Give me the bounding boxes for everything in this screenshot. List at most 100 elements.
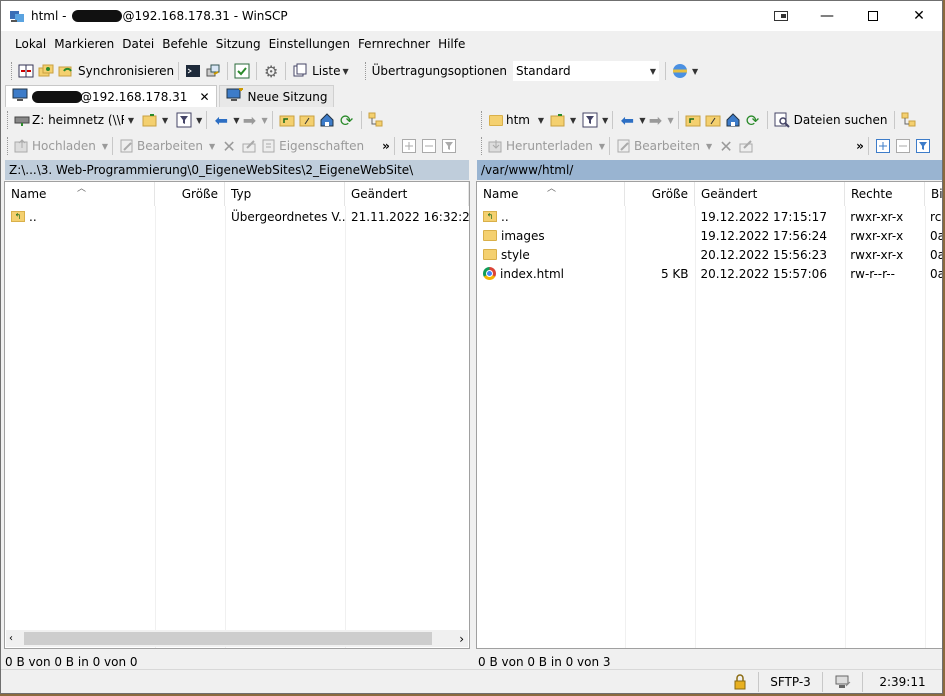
right-path-bar[interactable]: /var/www/html/	[477, 160, 942, 180]
left-select-filter-icon[interactable]	[439, 136, 459, 156]
left-properties-icon[interactable]	[259, 136, 279, 156]
table-row[interactable]: ↰.. Übergeordnetes V... 21.11.2022 16:32…	[5, 207, 469, 226]
maximize-button[interactable]	[850, 1, 896, 31]
right-filter-icon[interactable]	[580, 110, 600, 130]
scroll-left-icon[interactable]: ‹	[9, 633, 13, 644]
left-parent-dir-icon[interactable]	[277, 110, 297, 130]
table-row[interactable]: ↰.. 19.12.2022 17:15:17 rwxr-xr-x rc	[477, 207, 942, 226]
right-toolbar-overflow-icon[interactable]: »	[856, 139, 864, 153]
find-files-button[interactable]: Dateien suchen	[794, 113, 888, 127]
left-rename-icon[interactable]	[239, 136, 259, 156]
right-edit-icon[interactable]	[614, 136, 634, 156]
download-icon[interactable]	[486, 136, 506, 156]
left-filter-arrow-icon[interactable]: ▼	[196, 116, 202, 125]
right-refresh-icon[interactable]: ⟳	[743, 110, 763, 130]
left-root-dir-icon[interactable]	[297, 110, 317, 130]
transfer-settings-icon[interactable]	[670, 61, 690, 81]
menu-befehle[interactable]: Befehle	[158, 37, 212, 51]
right-col-size[interactable]: Größe	[625, 182, 695, 206]
minimize-button[interactable]: —	[804, 1, 850, 31]
right-col-modified[interactable]: Geändert	[695, 182, 845, 206]
left-back-icon[interactable]: ⬅	[211, 110, 231, 130]
menu-fernrechner[interactable]: Fernrechner	[354, 37, 434, 51]
right-select-filter-icon[interactable]	[913, 136, 933, 156]
view-dropdown-arrow-icon[interactable]: ▼	[342, 67, 348, 76]
left-delete-icon[interactable]: ✕	[219, 136, 239, 156]
right-collapse-icon[interactable]	[893, 136, 913, 156]
right-forward-arrow-icon[interactable]: ▼	[667, 116, 673, 125]
upload-button[interactable]: Hochladen	[32, 139, 96, 153]
download-arrow-icon[interactable]: ▼	[599, 142, 605, 151]
table-row[interactable]: style 20.12.2022 15:56:23 rwxr-xr-x 0a	[477, 245, 942, 264]
scroll-right-icon[interactable]: ›	[459, 632, 464, 646]
left-forward-icon[interactable]: ➡	[239, 110, 259, 130]
right-expand-icon[interactable]	[873, 136, 893, 156]
right-col-owner[interactable]: Bi	[925, 182, 942, 206]
find-files-icon[interactable]	[772, 110, 792, 130]
left-open-folder-arrow-icon[interactable]: ▼	[162, 116, 168, 125]
left-open-folder-icon[interactable]	[140, 110, 160, 130]
synchronize-button[interactable]: Synchronisieren	[78, 64, 174, 78]
left-edit-icon[interactable]	[117, 136, 137, 156]
left-scroll-thumb[interactable]	[24, 632, 432, 645]
table-row[interactable]: images 19.12.2022 17:56:24 rwxr-xr-x 0a	[477, 226, 942, 245]
tray-button[interactable]	[758, 1, 804, 31]
preferences-gear-icon[interactable]: ⚙	[261, 61, 281, 81]
close-tab-icon[interactable]: ✕	[199, 90, 209, 104]
tab-session[interactable]: @192.168.178.31 ✕	[5, 85, 217, 107]
right-tree-icon[interactable]	[899, 110, 919, 130]
right-open-folder-icon[interactable]	[548, 110, 568, 130]
view-list-button[interactable]: Liste	[312, 64, 340, 78]
download-button[interactable]: Herunterladen	[506, 139, 593, 153]
menu-lokal[interactable]: Lokal	[11, 37, 50, 51]
left-drive-select[interactable]: Z: heimnetz (\\Ra ▼	[32, 113, 134, 127]
left-path-bar[interactable]: Z:\...\3. Web-Programmierung\0_EigeneWeb…	[5, 160, 469, 180]
menu-einstellungen[interactable]: Einstellungen	[265, 37, 354, 51]
upload-arrow-icon[interactable]: ▼	[102, 142, 108, 151]
menu-datei[interactable]: Datei	[118, 37, 158, 51]
right-rename-icon[interactable]	[736, 136, 756, 156]
queue-icon[interactable]	[232, 61, 252, 81]
right-file-list[interactable]: Name Größe Geändert Rechte Bi ︿ ↰.. 19.1…	[476, 181, 942, 649]
terminal-icon[interactable]	[183, 61, 203, 81]
left-edit-arrow-icon[interactable]: ▼	[209, 142, 215, 151]
right-delete-icon[interactable]: ✕	[716, 136, 736, 156]
right-drive-select[interactable]: htm ▼	[506, 113, 544, 127]
right-edit-button[interactable]: Bearbeiten	[634, 139, 700, 153]
view-list-icon[interactable]	[290, 61, 310, 81]
right-parent-dir-icon[interactable]	[683, 110, 703, 130]
right-forward-icon[interactable]: ➡	[645, 110, 665, 130]
right-home-icon[interactable]	[723, 110, 743, 130]
left-collapse-icon[interactable]	[419, 136, 439, 156]
transfer-preset-select[interactable]: Standard ▼	[512, 61, 659, 81]
right-edit-arrow-icon[interactable]: ▼	[706, 142, 712, 151]
left-forward-arrow-icon[interactable]: ▼	[261, 116, 267, 125]
left-horizontal-scrollbar[interactable]: ‹ ›	[6, 630, 468, 647]
left-edit-button[interactable]: Bearbeiten	[137, 139, 203, 153]
tab-new-session[interactable]: Neue Sitzung	[218, 85, 335, 107]
left-home-icon[interactable]	[317, 110, 337, 130]
right-filter-arrow-icon[interactable]: ▼	[602, 116, 608, 125]
table-row[interactable]: index.html 5 KB 20.12.2022 15:57:06 rw-r…	[477, 264, 942, 283]
right-root-dir-icon[interactable]	[703, 110, 723, 130]
putty-icon[interactable]	[203, 61, 223, 81]
left-refresh-icon[interactable]: ⟳	[337, 110, 357, 130]
right-back-icon[interactable]: ⬅	[617, 110, 637, 130]
menu-markieren[interactable]: Markieren	[50, 37, 118, 51]
transfer-settings-arrow-icon[interactable]: ▼	[692, 67, 698, 76]
close-button[interactable]: ✕	[896, 1, 942, 31]
left-col-size[interactable]: Größe	[155, 182, 225, 206]
synchronize-icon[interactable]	[56, 61, 76, 81]
right-col-rights[interactable]: Rechte	[845, 182, 925, 206]
sync-browse-icon[interactable]	[36, 61, 56, 81]
left-col-modified[interactable]: Geändert	[345, 182, 469, 206]
menu-sitzung[interactable]: Sitzung	[212, 37, 265, 51]
left-tree-icon[interactable]	[366, 110, 386, 130]
left-filter-icon[interactable]	[174, 110, 194, 130]
upload-icon[interactable]	[12, 136, 32, 156]
left-properties-button[interactable]: Eigenschaften	[279, 139, 364, 153]
right-open-folder-arrow-icon[interactable]: ▼	[570, 116, 576, 125]
left-expand-icon[interactable]	[399, 136, 419, 156]
compare-dirs-icon[interactable]	[16, 61, 36, 81]
left-col-type[interactable]: Typ	[225, 182, 345, 206]
